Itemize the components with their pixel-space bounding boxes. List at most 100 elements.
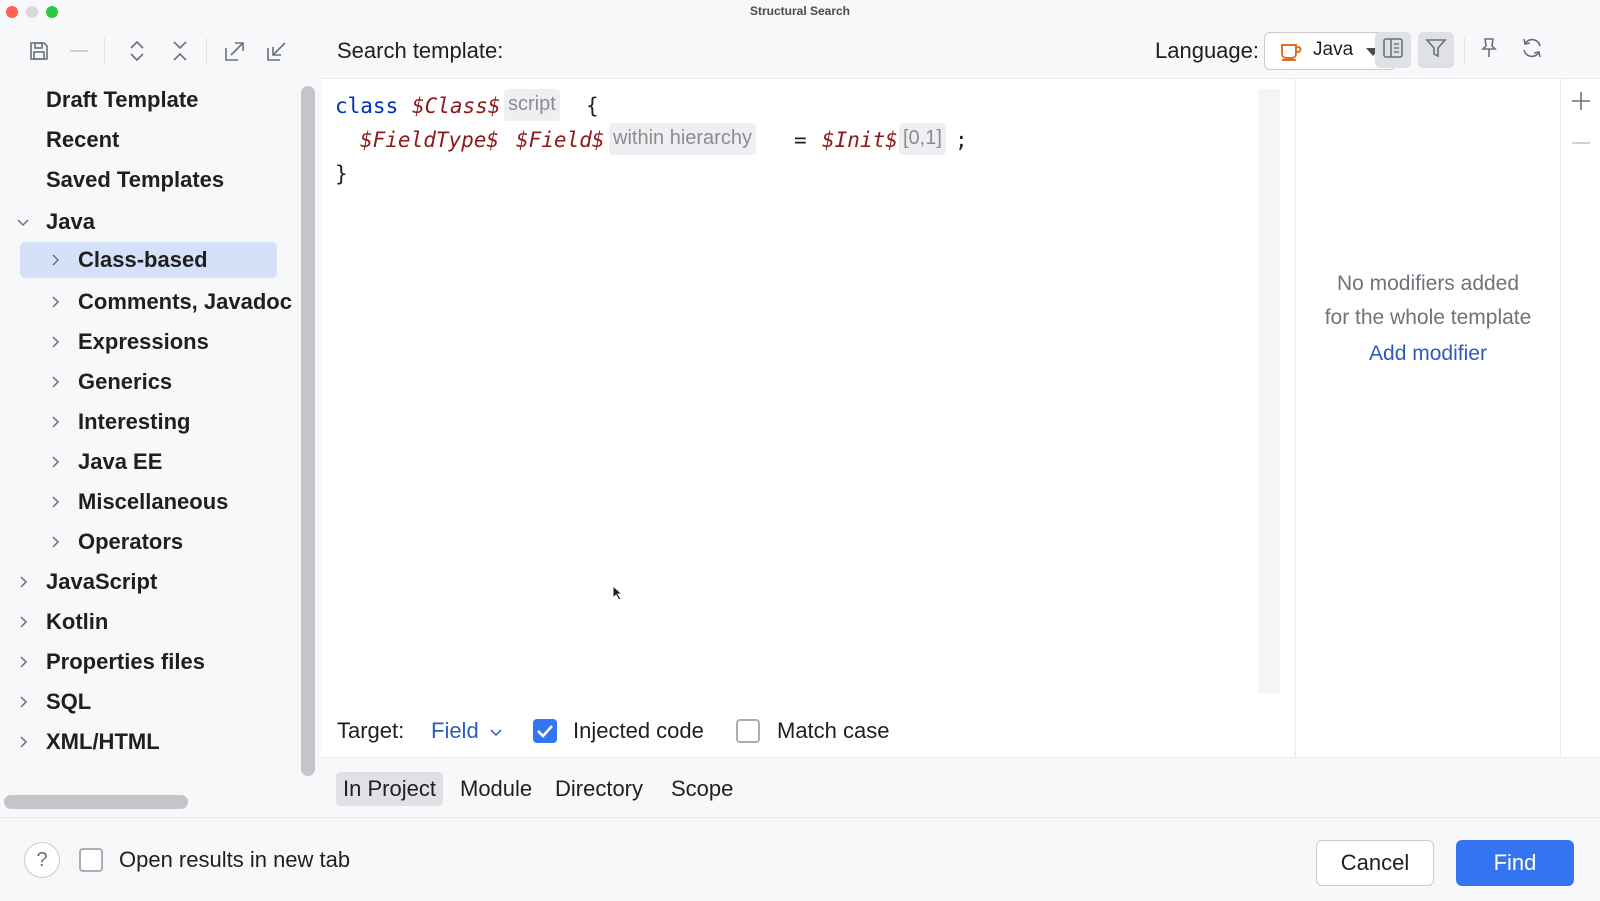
tree-item-generics[interactable]: Generics bbox=[78, 364, 172, 400]
toolbar-separator bbox=[104, 38, 105, 64]
toggle-sidebar-button[interactable] bbox=[1375, 32, 1411, 68]
scope-tab-directory[interactable]: Directory bbox=[548, 772, 650, 806]
tree-item-expressions[interactable]: Expressions bbox=[78, 324, 209, 360]
java-cup-icon bbox=[1279, 40, 1303, 67]
match-case-checkbox[interactable] bbox=[736, 719, 760, 743]
refresh-icon bbox=[1520, 36, 1544, 65]
template-var-field[interactable]: $Field$ bbox=[516, 128, 605, 152]
tree-item-java-ee[interactable]: Java EE bbox=[78, 444, 162, 480]
export-icon[interactable] bbox=[222, 38, 248, 64]
tree-item-kotlin[interactable]: Kotlin bbox=[46, 604, 108, 640]
scope-tab-in-project[interactable]: In Project bbox=[336, 772, 443, 806]
collapse-all-icon[interactable] bbox=[167, 38, 193, 64]
language-value: Java bbox=[1313, 39, 1354, 60]
tree-item-miscellaneous[interactable]: Miscellaneous bbox=[78, 484, 228, 520]
cancel-button[interactable]: Cancel bbox=[1316, 840, 1434, 886]
templates-tree: Draft Template Recent Saved Templates Ja… bbox=[0, 78, 320, 816]
dialog-footer: ? Open results in new tab Cancel Find bbox=[0, 817, 1600, 901]
filter-button[interactable] bbox=[1418, 32, 1454, 68]
chevron-right-icon[interactable] bbox=[45, 412, 65, 432]
code-equals: = bbox=[794, 128, 807, 152]
whole-template-text: for the whole template bbox=[1324, 306, 1532, 329]
tree-item-javascript[interactable]: JavaScript bbox=[46, 564, 157, 600]
chevron-down-icon bbox=[489, 719, 503, 745]
pin-button[interactable] bbox=[1471, 32, 1507, 68]
tree-item-label: Class-based bbox=[78, 247, 208, 272]
match-case-label[interactable]: Match case bbox=[777, 718, 890, 744]
code-line-1: class bbox=[335, 94, 398, 118]
tree-item-label: Java bbox=[46, 209, 95, 234]
open-new-tab-label[interactable]: Open results in new tab bbox=[119, 847, 350, 873]
chevron-right-icon[interactable] bbox=[45, 250, 65, 270]
tree-item-label: JavaScript bbox=[46, 569, 158, 594]
scope-tabs: In Project Module Directory Scope bbox=[321, 757, 1600, 818]
chevron-right-icon[interactable] bbox=[13, 612, 33, 632]
inlay-modifier-field[interactable]: within hierarchy bbox=[609, 123, 756, 155]
chevron-right-icon[interactable] bbox=[13, 652, 33, 672]
chevron-right-icon[interactable] bbox=[45, 492, 65, 512]
template-var-init[interactable]: $Init$ bbox=[822, 128, 898, 152]
tree-item-java[interactable]: Java bbox=[46, 204, 95, 240]
tree-horizontal-scrollbar[interactable] bbox=[4, 795, 188, 809]
toolbar-separator bbox=[206, 38, 207, 64]
injected-code-label[interactable]: Injected code bbox=[573, 718, 704, 744]
inlay-modifier-init[interactable]: [0,1] bbox=[899, 123, 946, 155]
find-button[interactable]: Find bbox=[1456, 840, 1574, 886]
tree-item-label: XML/HTML bbox=[46, 729, 160, 754]
chevron-right-icon[interactable] bbox=[13, 572, 33, 592]
inlay-modifier-class[interactable]: script bbox=[504, 89, 560, 121]
chevron-right-icon[interactable] bbox=[45, 372, 65, 392]
tree-item-operators[interactable]: Operators bbox=[78, 524, 183, 560]
scope-tab-module[interactable]: Module bbox=[453, 772, 539, 806]
tree-item-class-based[interactable]: Class-based bbox=[20, 242, 277, 278]
tree-item-label: Kotlin bbox=[46, 609, 109, 634]
scope-tab-scope[interactable]: Scope bbox=[664, 772, 740, 806]
chevron-right-icon[interactable] bbox=[45, 332, 65, 352]
open-new-tab-checkbox[interactable] bbox=[79, 848, 103, 872]
tree-item-label: Java EE bbox=[78, 449, 163, 474]
injected-code-checkbox[interactable] bbox=[533, 719, 557, 743]
chevron-right-icon[interactable] bbox=[45, 532, 65, 552]
code-semicolon: ; bbox=[955, 128, 968, 152]
checkmark-icon bbox=[537, 725, 553, 738]
title-bar: Structural Search bbox=[0, 0, 1600, 24]
template-var-class[interactable]: $Class$ bbox=[412, 94, 501, 118]
tree-item-label: Expressions bbox=[78, 329, 209, 354]
tree-item-saved-templates[interactable]: Saved Templates bbox=[46, 162, 224, 198]
tree-item-comments-javadoc[interactable]: Comments, Javadoc bbox=[78, 284, 292, 320]
tree-item-label: Properties files bbox=[46, 649, 205, 674]
template-editor[interactable]: class $Class$ script { $FieldType$ $Fiel… bbox=[321, 79, 1294, 757]
tree-item-xml-html[interactable]: XML/HTML bbox=[46, 724, 160, 760]
tree-item-sql[interactable]: SQL bbox=[46, 684, 91, 720]
tree-item-draft-template[interactable]: Draft Template bbox=[46, 82, 198, 118]
target-dropdown[interactable]: Field bbox=[431, 718, 503, 745]
minus-icon[interactable] bbox=[66, 38, 92, 64]
chevron-down-icon[interactable] bbox=[13, 213, 33, 233]
help-button[interactable]: ? bbox=[24, 842, 60, 878]
code-keyword: class bbox=[335, 94, 399, 118]
chevron-right-icon[interactable] bbox=[13, 732, 33, 752]
remove-icon[interactable] bbox=[1569, 131, 1593, 160]
tree-item-properties-files[interactable]: Properties files bbox=[46, 644, 205, 680]
tree-vertical-scrollbar[interactable] bbox=[301, 86, 315, 776]
code-open-brace: { bbox=[586, 94, 599, 118]
add-icon[interactable] bbox=[1569, 89, 1593, 118]
tree-item-interesting[interactable]: Interesting bbox=[78, 404, 190, 440]
template-var-fieldtype[interactable]: $FieldType$ bbox=[360, 128, 499, 152]
save-icon[interactable] bbox=[26, 38, 52, 64]
expand-all-icon[interactable] bbox=[124, 38, 150, 64]
chevron-right-icon[interactable] bbox=[45, 452, 65, 472]
chevron-right-icon[interactable] bbox=[13, 692, 33, 712]
window-title: Structural Search bbox=[749, 4, 851, 18]
tree-item-label: Operators bbox=[78, 529, 184, 554]
tree-item-label: Draft Template bbox=[46, 87, 199, 112]
no-modifiers-text: No modifiers added bbox=[1336, 272, 1520, 295]
tree-item-recent[interactable]: Recent bbox=[46, 122, 119, 158]
header-separator bbox=[1464, 38, 1465, 64]
search-template-label: Search template: bbox=[337, 38, 504, 63]
import-icon[interactable] bbox=[264, 38, 290, 64]
add-modifier-link[interactable]: Add modifier bbox=[1296, 342, 1560, 366]
chevron-right-icon[interactable] bbox=[45, 292, 65, 312]
refresh-button[interactable] bbox=[1514, 32, 1550, 68]
editor-scroll-gutter[interactable] bbox=[1258, 89, 1280, 693]
